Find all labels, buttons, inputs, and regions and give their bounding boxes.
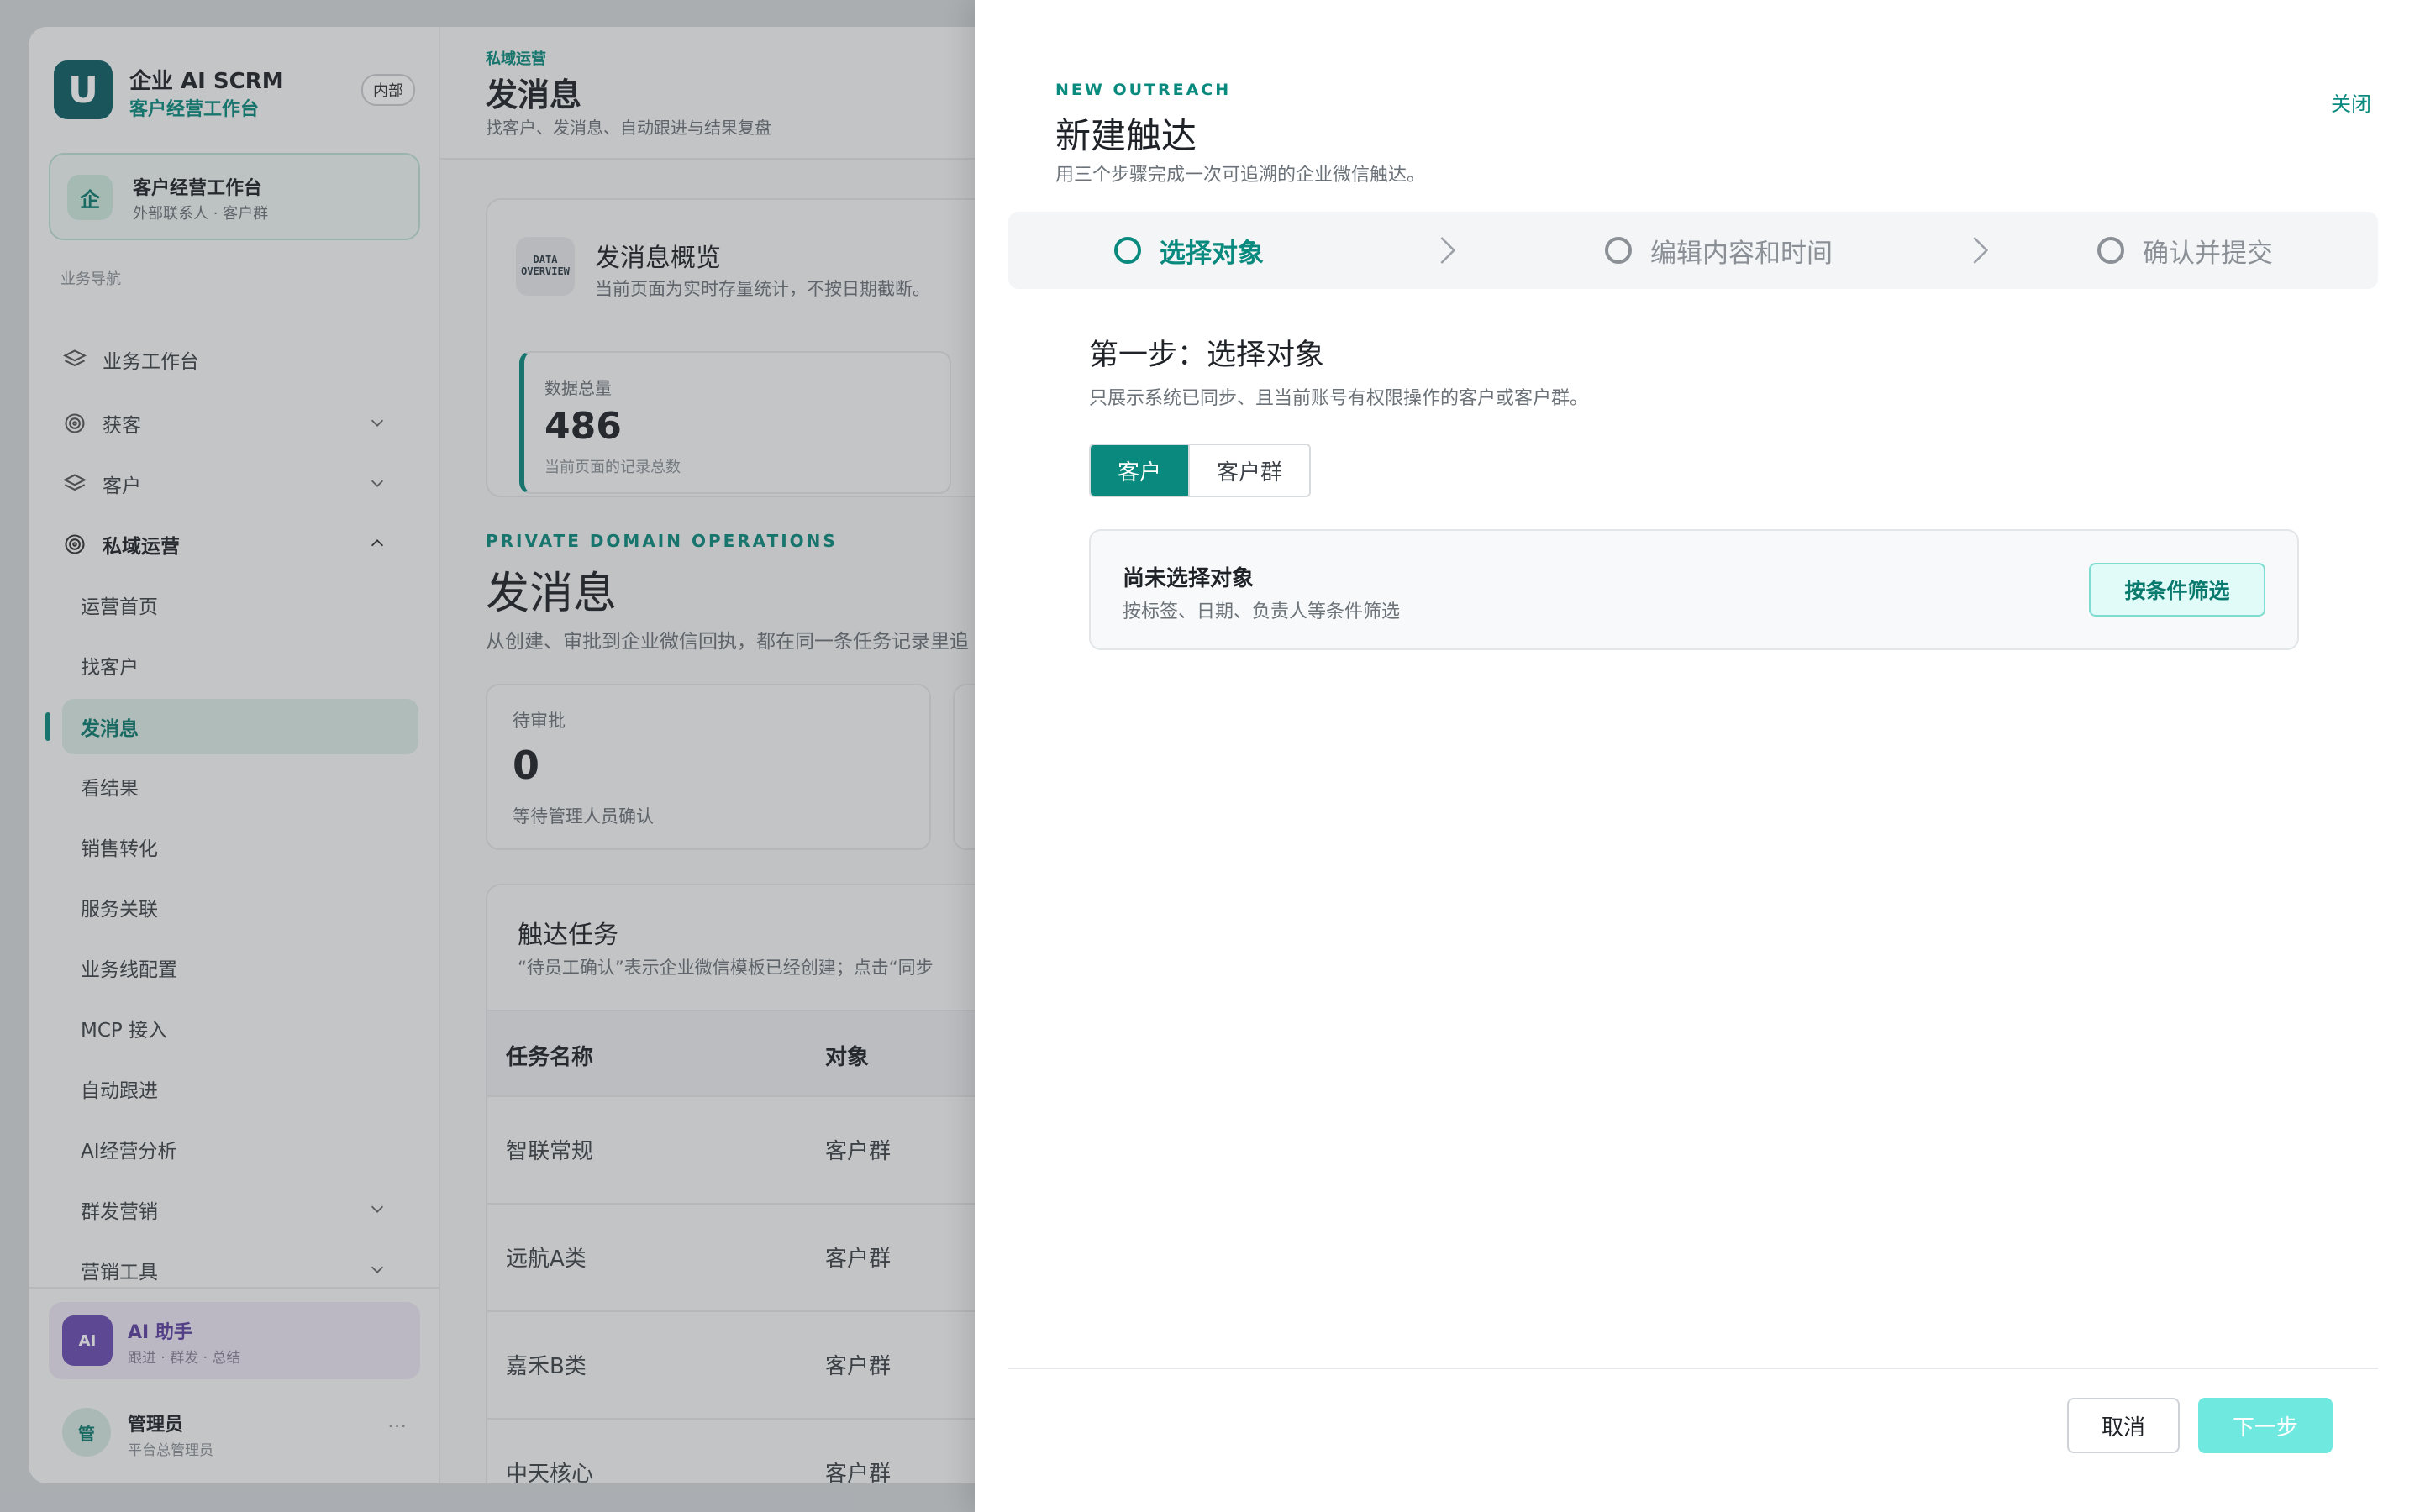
target-type-toggle: 客户 客户群	[1089, 444, 1312, 497]
new-outreach-drawer: NEW OUTREACH 新建触达 用三个步骤完成一次可追溯的企业微信触达。 关…	[975, 0, 2420, 1512]
chevron-right-icon	[1440, 237, 1456, 264]
footer-divider	[1008, 1368, 2378, 1369]
selection-empty-card: 尚未选择对象 按标签、日期、负责人等条件筛选 按条件筛选	[1089, 529, 2299, 650]
drawer-subtitle: 用三个步骤完成一次可追溯的企业微信触达。	[1055, 165, 1426, 186]
step-title: 第一步：选择对象	[1089, 339, 1325, 372]
filter-button[interactable]: 按条件筛选	[2089, 563, 2265, 617]
stepper: 选择对象 编辑内容和时间 确认并提交	[1008, 212, 2378, 289]
step-label: 确认并提交	[2143, 238, 2273, 269]
empty-subtitle: 按标签、日期、负责人等条件筛选	[1123, 601, 1401, 622]
empty-title: 尚未选择对象	[1123, 566, 1255, 591]
drawer-title: 新建触达	[1055, 115, 1197, 156]
segment-customer[interactable]: 客户	[1091, 445, 1189, 496]
drawer-eyebrow: NEW OUTREACH	[1055, 81, 1232, 99]
chevron-right-icon	[1973, 237, 1989, 264]
step-label: 选择对象	[1160, 238, 1264, 269]
step-circle-icon	[1114, 237, 1141, 264]
step-edit-content[interactable]: 编辑内容和时间	[1605, 212, 1833, 289]
next-button[interactable]: 下一步	[2198, 1398, 2333, 1453]
modal-overlay[interactable]	[0, 0, 975, 1512]
step-label: 编辑内容和时间	[1650, 238, 1833, 269]
step-circle-icon	[2097, 237, 2124, 264]
close-button[interactable]: 关闭	[2331, 87, 2371, 117]
step-circle-icon	[1605, 237, 1632, 264]
step-subtitle: 只展示系统已同步、且当前账号有权限操作的客户或客户群。	[1089, 388, 1589, 409]
cancel-button[interactable]: 取消	[2067, 1398, 2180, 1453]
step-confirm-submit[interactable]: 确认并提交	[2097, 212, 2273, 289]
step-select-target[interactable]: 选择对象	[1114, 212, 1264, 289]
segment-customer-group[interactable]: 客户群	[1188, 445, 1310, 496]
